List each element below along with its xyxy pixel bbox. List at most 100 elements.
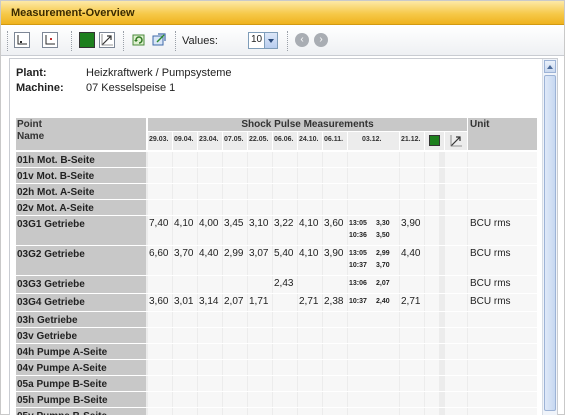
- table-cell: [223, 408, 247, 415]
- table-row[interactable]: 03G4 Getriebe 3,60 3,01 3,14 2,07 1,71 2,71 2,3…: [16, 294, 537, 311]
- table-cell: [198, 408, 222, 415]
- table-row[interactable]: 01v Mot. B-Seite: [16, 168, 537, 183]
- table-cell: [148, 408, 172, 415]
- table-cell: [400, 408, 424, 415]
- point-name: 03G4 Getriebe: [16, 294, 146, 311]
- table-cell: [273, 328, 297, 343]
- table-cell: [348, 312, 399, 327]
- unit-cell: [468, 328, 537, 343]
- measurement-time: 10:37: [349, 262, 367, 269]
- scroll-up-icon[interactable]: [544, 60, 556, 73]
- green-square-icon[interactable]: [79, 32, 95, 48]
- table-cell: [273, 392, 297, 407]
- table-cell: [425, 392, 439, 407]
- unit-value: BCU rms: [470, 218, 511, 229]
- table-cell: [223, 152, 247, 167]
- measurement-value: 3,07: [249, 248, 269, 259]
- measurement-value: 3,90: [324, 248, 344, 259]
- unit-value: BCU rms: [470, 278, 511, 289]
- export-icon[interactable]: [151, 32, 167, 48]
- table-cell: [198, 152, 222, 167]
- table-row[interactable]: 04h Pumpe A-Seite: [16, 344, 537, 359]
- values-select[interactable]: 10: [248, 32, 278, 49]
- measurement-detail-value: 2,40: [376, 298, 390, 305]
- table-row[interactable]: 03h Getriebe: [16, 312, 537, 327]
- measurement-value: 4,40: [199, 248, 219, 259]
- point-header: Point: [17, 119, 42, 130]
- measurement-value: 2,38: [324, 296, 344, 307]
- table-row[interactable]: 03G2 Getriebe 6,60 3,70 4,40 2,99 3,07 5,40 4,1…: [16, 246, 537, 275]
- measurement-time: 13:05: [349, 250, 367, 257]
- table-cell: [173, 200, 197, 215]
- measurement-value: 3,60: [149, 296, 169, 307]
- table-cell: [400, 376, 424, 391]
- table-cell: [425, 376, 439, 391]
- table-row[interactable]: 05a Pumpe B-Seite: [16, 376, 537, 391]
- unit-value: BCU rms: [470, 296, 511, 307]
- table-cell: [173, 392, 197, 407]
- table-cell: [323, 184, 347, 199]
- table-cell: [148, 168, 172, 183]
- table-cell: [298, 328, 322, 343]
- table-cell: [223, 360, 247, 375]
- table-cell: [148, 152, 172, 167]
- date-header: 24.10.: [298, 132, 322, 150]
- table-cell: [298, 344, 322, 359]
- table-row[interactable]: 01h Mot. B-Seite: [16, 152, 537, 167]
- table-cell: [445, 276, 467, 293]
- table-cell: [198, 344, 222, 359]
- table-row[interactable]: 05v Pumpe B-Seite: [16, 408, 537, 415]
- table-cell: [273, 200, 297, 215]
- chart-icon[interactable]: [14, 32, 30, 48]
- machine-label: Machine:: [16, 82, 64, 94]
- table-cell: [425, 200, 439, 215]
- chart-point-icon[interactable]: [42, 32, 58, 48]
- point-name: 03h Getriebe: [16, 312, 146, 327]
- measurement-value: 5,40: [274, 248, 294, 259]
- date-header: 23.04.: [198, 132, 222, 150]
- previous-icon[interactable]: ‹: [295, 33, 309, 47]
- next-icon[interactable]: ›: [314, 33, 328, 47]
- table-row[interactable]: 05h Pumpe B-Seite: [16, 392, 537, 407]
- table-cell: [273, 152, 297, 167]
- table-cell: [298, 392, 322, 407]
- trend-icon[interactable]: [445, 132, 467, 150]
- point-name: 02v Mot. A-Seite: [16, 200, 146, 215]
- table-cell: [223, 276, 247, 293]
- table-cell: [445, 360, 467, 375]
- chevron-down-icon[interactable]: [264, 33, 277, 48]
- green-square-icon[interactable]: [425, 132, 444, 150]
- vertical-scrollbar[interactable]: [542, 59, 557, 415]
- unit-value: BCU rms: [470, 248, 511, 259]
- table-cell: [348, 376, 399, 391]
- table-row[interactable]: 03G1 Getriebe 7,40 4,10 4,00 3,45 3,10 3,22 4,1…: [16, 216, 537, 245]
- table-row[interactable]: 03v Getriebe: [16, 328, 537, 343]
- table-cell: [348, 200, 399, 215]
- table-row[interactable]: 02v Mot. A-Seite: [16, 200, 537, 215]
- measurement-value: 3,60: [324, 218, 344, 229]
- refresh-icon[interactable]: [131, 32, 147, 48]
- table-row[interactable]: 02h Mot. A-Seite: [16, 184, 537, 199]
- table-cell: [148, 200, 172, 215]
- table-cell: [148, 376, 172, 391]
- measurement-time: 13:06: [349, 280, 367, 287]
- date-header: 06.06.: [273, 132, 297, 150]
- table-cell: [425, 328, 439, 343]
- table-cell: [248, 184, 272, 199]
- table-row[interactable]: 03G3 Getriebe 2,43 13:06 2,07 BCU rms: [16, 276, 537, 293]
- table-cell: [323, 276, 347, 293]
- table-cell: [400, 168, 424, 183]
- trend-icon[interactable]: [99, 32, 115, 48]
- date-header: 29.03.: [148, 132, 172, 150]
- measurement-value: 2,43: [274, 278, 294, 289]
- point-name: 01v Mot. B-Seite: [16, 168, 146, 183]
- measurement-value: 4,10: [299, 248, 319, 259]
- table-cell: [445, 294, 467, 311]
- table-row[interactable]: 04v Pumpe A-Seite: [16, 360, 537, 375]
- table-cell: [248, 328, 272, 343]
- name-header: Name: [17, 131, 45, 142]
- measurement-value: 2,71: [401, 296, 421, 307]
- table-cell: [425, 152, 439, 167]
- scrollbar-thumb[interactable]: [544, 75, 556, 411]
- table-cell: [223, 344, 247, 359]
